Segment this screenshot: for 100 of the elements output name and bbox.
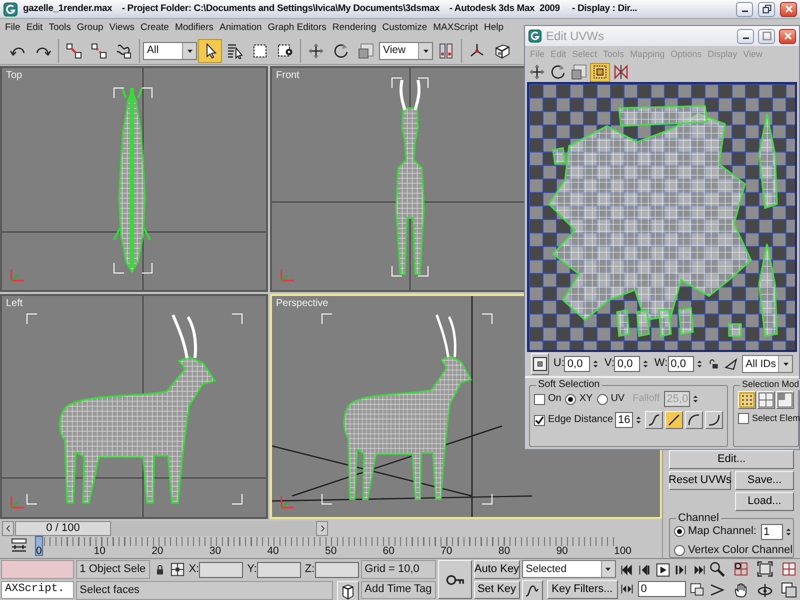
- freeform-icon[interactable]: [590, 62, 610, 82]
- field-of-view-icon[interactable]: [709, 582, 726, 598]
- radio-button[interactable]: [674, 526, 685, 538]
- next-frame-icon[interactable]: [674, 562, 688, 576]
- time-slider-thumb[interactable]: 0 / 100: [15, 520, 111, 536]
- coordinate-field[interactable]: [314, 562, 359, 578]
- edit-button[interactable]: Edit...: [669, 450, 794, 469]
- orbit-icon[interactable]: [757, 582, 774, 598]
- map-channel-field[interactable]: 1: [760, 524, 782, 540]
- channel-option-label: Map Channel:: [688, 525, 756, 538]
- go-to-start-icon[interactable]: [620, 562, 634, 576]
- frame-number: 40: [267, 545, 279, 558]
- viewport-label[interactable]: Perspective: [276, 298, 328, 310]
- menu-item[interactable]: Customize: [379, 22, 430, 34]
- pointer-icon[interactable]: [198, 38, 222, 62]
- checkbox[interactable]: [738, 413, 750, 424]
- vertex-mode-icon[interactable]: [738, 391, 756, 409]
- radio-button[interactable]: [565, 394, 576, 404]
- time-tag-icon[interactable]: [336, 581, 359, 600]
- move-icon[interactable]: [527, 62, 547, 82]
- reset-uvws-button[interactable]: Reset UVWs: [669, 470, 731, 490]
- zoom-icon[interactable]: [709, 561, 726, 578]
- coordinate-field[interactable]: [199, 562, 244, 578]
- concave-curve-icon[interactable]: [705, 411, 724, 429]
- curve-icon[interactable]: [522, 580, 543, 600]
- time-slider-track[interactable]: 0 / 100: [15, 520, 315, 536]
- scale-icon[interactable]: [569, 62, 589, 82]
- zoom-extents-icon[interactable]: [757, 561, 774, 578]
- radio-button[interactable]: [596, 394, 608, 404]
- maximize-viewport-icon[interactable]: [781, 582, 798, 598]
- paint-select-icon[interactable]: [724, 357, 738, 371]
- lock-icon[interactable]: [708, 357, 720, 371]
- key-icon[interactable]: [438, 560, 472, 599]
- coordinate-label: U:: [553, 357, 564, 371]
- menu-item[interactable]: File: [2, 22, 24, 34]
- face-mode-icon[interactable]: [776, 391, 794, 409]
- linear-curve-icon[interactable]: [665, 411, 684, 429]
- menu-item[interactable]: MAXScript: [430, 22, 481, 34]
- pan-icon[interactable]: [733, 582, 750, 598]
- frame-number: 70: [440, 545, 452, 558]
- previous-frame-icon[interactable]: [2, 520, 14, 536]
- coordinate-field[interactable]: 0,0: [614, 356, 640, 372]
- menu-item[interactable]: Graph Editors: [264, 22, 330, 34]
- reference-coordinate-dropdown[interactable]: View: [379, 42, 433, 60]
- menu-item[interactable]: Rendering: [329, 22, 380, 34]
- viewport[interactable]: Top: [0, 66, 268, 292]
- viewport-label[interactable]: Top: [6, 70, 22, 82]
- viewport-label[interactable]: Front: [276, 70, 300, 82]
- macro-recorder-field[interactable]: [1, 560, 74, 578]
- previous-frame-icon[interactable]: [638, 562, 652, 576]
- checkbox[interactable]: [534, 394, 545, 404]
- coordinate-label: Y:: [247, 562, 257, 576]
- auto-key-button[interactable]: Auto Key: [474, 560, 520, 578]
- coordinate-field[interactable]: 0,0: [668, 356, 694, 372]
- time-configuration-icon[interactable]: [690, 582, 704, 596]
- menu-item[interactable]: Edit: [23, 22, 46, 34]
- set-key-button[interactable]: Set Key: [474, 580, 520, 599]
- next-frame-icon[interactable]: [316, 520, 328, 536]
- coordinate-field[interactable]: [256, 562, 301, 578]
- go-to-end-icon[interactable]: [692, 562, 706, 576]
- coordinate-field[interactable]: 0,0: [564, 356, 590, 372]
- zoom-all-icon[interactable]: [733, 561, 750, 578]
- edge-distance-field[interactable]: 16: [615, 412, 634, 428]
- frame-marker: [35, 536, 43, 556]
- key-mode-icon[interactable]: [620, 582, 634, 596]
- menu-item[interactable]: Group: [74, 22, 106, 34]
- listener-field[interactable]: AXScript.: [1, 580, 74, 599]
- menu-item[interactable]: Views: [106, 22, 138, 34]
- menu-item[interactable]: Tools: [46, 22, 74, 34]
- frame-number: 80: [498, 545, 510, 558]
- menu-item[interactable]: Help: [480, 22, 507, 34]
- checkbox[interactable]: [534, 414, 545, 426]
- transform-mode-icon[interactable]: [170, 562, 185, 577]
- menu-item[interactable]: Modifiers: [172, 22, 217, 34]
- close-icon[interactable]: [779, 28, 796, 44]
- key-filters-button[interactable]: Key Filters...: [546, 580, 618, 599]
- save-button[interactable]: Save...: [735, 470, 794, 490]
- frame-field[interactable]: 0: [638, 581, 686, 597]
- viewport[interactable]: Left: [0, 294, 268, 519]
- id-filter-dropdown[interactable]: All IDs: [742, 355, 793, 373]
- radio-button[interactable]: [674, 544, 685, 556]
- menu-item[interactable]: Animation: [216, 22, 265, 34]
- menu-item[interactable]: Create: [137, 22, 172, 34]
- uv-checker-canvas[interactable]: [527, 82, 797, 352]
- restore-icon[interactable]: [758, 2, 775, 16]
- s-curve-icon[interactable]: [645, 411, 664, 429]
- track-bar-icon[interactable]: [9, 538, 29, 554]
- convex-curve-icon[interactable]: [685, 411, 704, 429]
- edge-mode-icon[interactable]: [757, 391, 776, 409]
- mode-label: XY: [579, 393, 593, 405]
- minimize-icon[interactable]: [737, 28, 754, 44]
- close-icon[interactable]: [780, 2, 797, 16]
- add-time-tag[interactable]: Add Time Tag: [360, 580, 436, 599]
- zoom-extents-all-icon[interactable]: [781, 561, 798, 578]
- play-icon[interactable]: [656, 562, 670, 576]
- load-button[interactable]: Load...: [735, 492, 794, 511]
- viewport-label[interactable]: Left: [6, 298, 23, 310]
- key-mode-dropdown[interactable]: Selected: [522, 560, 616, 578]
- minimize-icon[interactable]: [736, 2, 753, 16]
- selection-filter-dropdown[interactable]: All: [143, 42, 197, 60]
